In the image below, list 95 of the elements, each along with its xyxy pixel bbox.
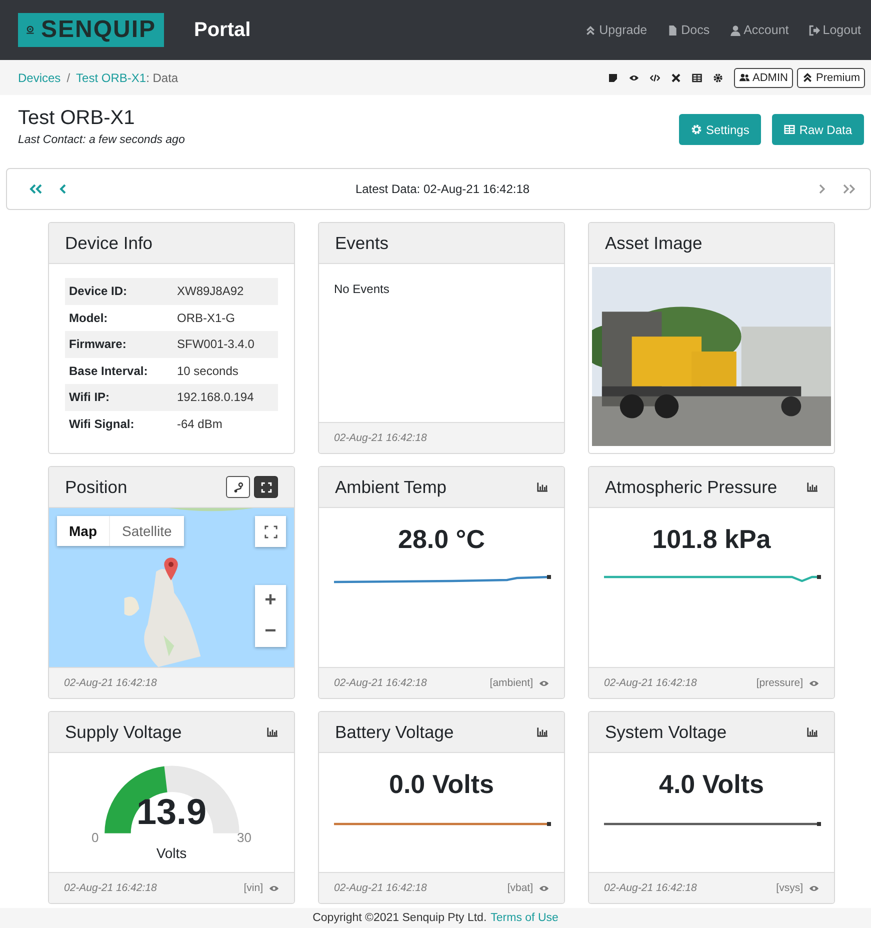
table-icon	[784, 124, 796, 135]
timestamp: 02-Aug-21 16:42:18	[604, 677, 697, 689]
breadcrumb-link[interactable]: Test ORB-X1	[76, 70, 146, 84]
fullscreen-icon	[264, 524, 278, 538]
copyright-text: Copyright ©2021 Senquip Pty Ltd.	[312, 912, 487, 924]
info-label: Device ID:	[69, 284, 128, 298]
table-icon[interactable]	[692, 72, 702, 82]
card-title: System Voltage	[605, 722, 727, 742]
sign-out-icon	[808, 24, 820, 36]
chart-icon[interactable]	[537, 727, 548, 737]
device-title: Test ORB-X1	[18, 107, 136, 130]
nav-link[interactable]: Docs	[667, 23, 710, 37]
reading-value: 101.8 kPa	[652, 524, 771, 555]
info-label: Wifi IP:	[69, 390, 111, 404]
variable-tag: [vbat]	[507, 882, 533, 894]
map-type-tab[interactable]: Map	[57, 516, 109, 546]
info-value: ORB-X1-G	[177, 310, 236, 325]
timestamp: 02-Aug-21 16:42:18	[334, 882, 427, 894]
user-icon	[730, 24, 741, 36]
info-value: XW89J8A92	[177, 284, 244, 298]
last-page-icon[interactable]	[842, 184, 856, 194]
map-pin-icon	[163, 556, 179, 582]
card-title: Battery Voltage	[335, 722, 454, 742]
gauge-min: 0	[92, 830, 99, 845]
chart-icon[interactable]	[807, 727, 818, 737]
last-contact-text: Last Contact: a few seconds ago	[18, 134, 185, 146]
note-icon[interactable]	[608, 72, 618, 82]
empty-events-text: No Events	[334, 282, 390, 296]
route-button[interactable]	[226, 476, 250, 498]
action-button[interactable]: Settings	[678, 114, 762, 145]
previous-page-icon[interactable]	[59, 184, 67, 194]
card-title: Position	[65, 476, 128, 498]
next-page-icon[interactable]	[818, 184, 826, 194]
first-page-icon[interactable]	[29, 184, 43, 194]
route-icon	[232, 482, 244, 492]
settings-icon[interactable]	[712, 72, 723, 82]
chart-icon[interactable]	[807, 482, 818, 492]
chart-icon[interactable]	[537, 482, 548, 492]
eye-icon[interactable]	[628, 72, 639, 82]
variable-tag: [ambient]	[490, 677, 533, 689]
timestamp: 02-Aug-21 16:42:18	[64, 882, 157, 894]
breadcrumb-link[interactable]: Devices	[18, 70, 61, 84]
app-title: Portal	[194, 18, 251, 42]
variable-tag: [pressure]	[756, 677, 803, 689]
card-title: Asset Image	[605, 232, 702, 254]
chart-icon[interactable]	[267, 727, 278, 737]
card-title: Atmospheric Pressure	[605, 476, 778, 498]
code-icon[interactable]	[650, 72, 660, 82]
plan-button[interactable]: ADMIN	[734, 68, 793, 88]
chevrons-up-icon	[802, 72, 813, 83]
reading-value: 0.0 Volts	[388, 769, 494, 800]
info-label: Wifi Signal:	[69, 416, 136, 431]
nav-link[interactable]: Upgrade	[585, 23, 648, 37]
users-icon	[738, 72, 750, 83]
nav-link[interactable]: Account	[730, 23, 789, 37]
nav-link[interactable]: Logout	[808, 23, 861, 37]
zoom-button[interactable]: −	[255, 616, 286, 647]
timestamp: 02-Aug-21 16:42:18	[334, 677, 427, 689]
variable-tag: [vin]	[244, 882, 263, 894]
info-value: -64 dBm	[177, 416, 222, 431]
action-button[interactable]: Raw Data	[772, 114, 864, 145]
latest-data-text: Latest Data: 02-Aug-21 16:42:18	[354, 182, 531, 196]
reading-value: 4.0 Volts	[658, 769, 764, 800]
card-title: Events	[335, 232, 388, 254]
info-value: 192.168.0.194	[177, 390, 254, 404]
expand-icon	[260, 482, 272, 492]
timestamp: 02-Aug-21 16:42:18	[64, 677, 157, 689]
zoom-button[interactable]: +	[255, 585, 286, 616]
info-label: Model:	[69, 310, 109, 325]
card-title: Ambient Temp	[335, 476, 447, 498]
gauge-max: 30	[237, 830, 252, 845]
reading-value: 28.0 °C	[398, 524, 485, 555]
expand-button[interactable]	[254, 476, 278, 498]
gauge-value: 13.9	[136, 794, 207, 830]
timestamp: 02-Aug-21 16:42:18	[604, 882, 697, 894]
variable-tag: [vsys]	[776, 882, 803, 894]
breadcrumb-current: : Data	[146, 70, 178, 84]
settings-icon	[690, 124, 702, 135]
logo[interactable]: SENQUIP	[18, 13, 164, 47]
info-value: SFW001-3.4.0	[177, 337, 254, 352]
terms-link[interactable]: Terms of Use	[490, 912, 558, 924]
plan-button[interactable]: Premium	[796, 68, 865, 88]
fullscreen-button[interactable]	[255, 516, 286, 547]
card-title: Device Info	[65, 232, 153, 254]
breadcrumb-separator: /	[66, 70, 70, 84]
chevrons-up-icon	[585, 24, 596, 36]
logo-text: SENQUIP	[40, 16, 156, 44]
document-icon	[667, 24, 678, 36]
info-value: 10 seconds	[177, 364, 238, 378]
gauge-unit: Volts	[156, 845, 187, 861]
info-label: Firmware:	[69, 337, 128, 352]
info-label: Base Interval:	[69, 364, 149, 378]
map-type-tab[interactable]: Satellite	[109, 516, 184, 546]
timestamp: 02-Aug-21 16:42:18	[334, 432, 427, 444]
card-title: Supply Voltage	[65, 722, 182, 742]
